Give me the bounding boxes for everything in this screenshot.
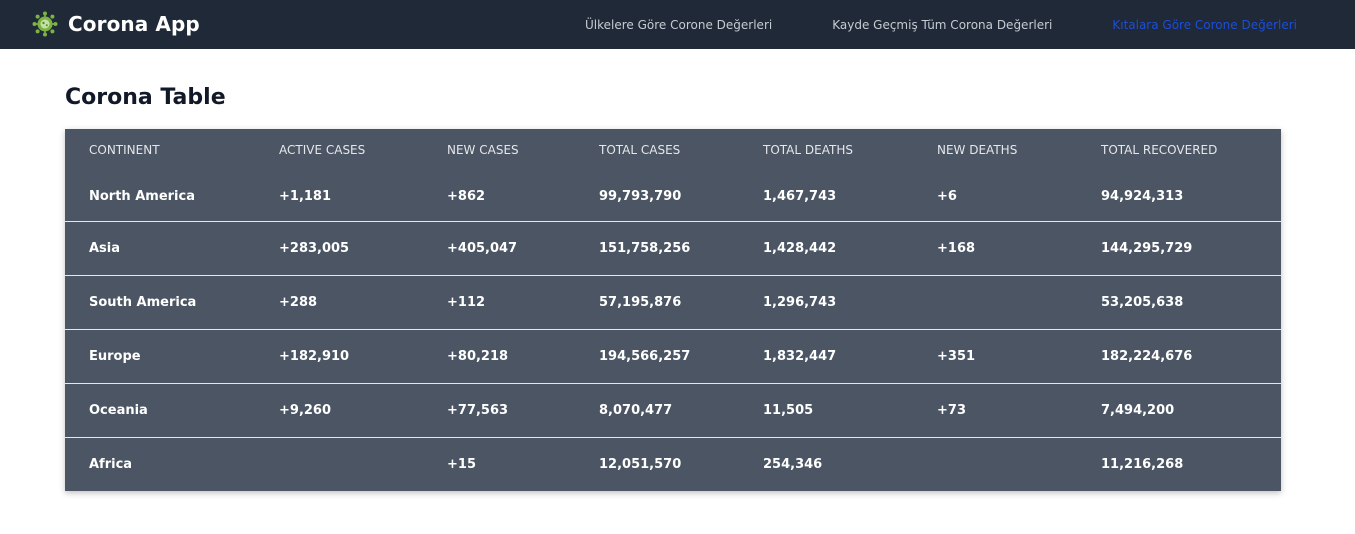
cell-total-deaths: 1,832,447: [763, 349, 837, 364]
table-row: Africa +15 12,051,570 254,346 11,216,268: [65, 437, 1281, 492]
cell-total-recovered: 144,295,729: [1101, 241, 1193, 256]
cell-new-deaths: +73: [937, 403, 966, 418]
corona-table: CONTINENT ACTIVE CASES NEW CASES TOTAL C…: [65, 129, 1281, 491]
table-row: Oceania +9,260 +77,563 8,070,477 11,505 …: [65, 383, 1281, 438]
cell-total-deaths: 254,346: [763, 457, 823, 472]
cell-total-cases: 12,051,570: [599, 457, 682, 472]
cell-total-deaths: 1,296,743: [763, 295, 837, 310]
cell-total-recovered: 11,216,268: [1101, 457, 1184, 472]
cell-continent: Europe: [89, 349, 141, 364]
cell-total-recovered: 182,224,676: [1101, 349, 1193, 364]
cell-active-cases: +182,910: [279, 349, 350, 364]
column-header-new-deaths: NEW DEATHS: [937, 143, 1018, 157]
cell-total-recovered: 53,205,638: [1101, 295, 1184, 310]
cell-active-cases: +288: [279, 295, 318, 310]
page-title: Corona Table: [65, 85, 226, 110]
cell-new-deaths: +168: [937, 241, 976, 256]
cell-total-cases: 57,195,876: [599, 295, 682, 310]
cell-total-cases: 99,793,790: [599, 188, 682, 204]
nav-link-countries[interactable]: Ülkelere Göre Corone Değerleri: [585, 18, 772, 32]
cell-new-cases: +80,218: [447, 349, 509, 364]
cell-new-deaths: +6: [937, 188, 957, 204]
table-row: North America +1,181 +862 99,793,790 1,4…: [65, 171, 1281, 222]
cell-new-cases: +77,563: [447, 403, 509, 418]
app-title: Corona App: [68, 12, 200, 36]
nav-link-all-records[interactable]: Kayde Geçmiş Tüm Corona Değerleri: [832, 18, 1052, 32]
cell-active-cases: +9,260: [279, 403, 332, 418]
column-header-total-cases: TOTAL CASES: [599, 143, 681, 157]
brand[interactable]: Corona App: [32, 10, 200, 38]
cell-total-deaths: 1,428,442: [763, 241, 837, 256]
column-header-continent: CONTINENT: [89, 143, 160, 157]
nav-link-continents[interactable]: Kıtalara Göre Corone Değerleri: [1112, 18, 1297, 32]
cell-new-deaths: [913, 276, 1077, 330]
table-row: Asia +283,005 +405,047 151,758,256 1,428…: [65, 221, 1281, 276]
table-row: South America +288 +112 57,195,876 1,296…: [65, 275, 1281, 330]
corona-table-container: CONTINENT ACTIVE CASES NEW CASES TOTAL C…: [65, 129, 1281, 491]
cell-total-deaths: 11,505: [763, 403, 814, 418]
cell-continent: Oceania: [89, 403, 148, 418]
cell-total-cases: 194,566,257: [599, 349, 691, 364]
cell-continent: North America: [89, 188, 195, 204]
cell-total-deaths: 1,467,743: [763, 188, 837, 204]
cell-new-cases: +15: [447, 457, 476, 472]
table-row: Europe +182,910 +80,218 194,566,257 1,83…: [65, 329, 1281, 384]
nav-links: Ülkelere Göre Corone Değerleri Kayde Geç…: [525, 0, 1297, 49]
cell-new-cases: +405,047: [447, 241, 518, 256]
cell-active-cases: +283,005: [279, 241, 350, 256]
cell-total-cases: 8,070,477: [599, 403, 673, 418]
table-header-row: CONTINENT ACTIVE CASES NEW CASES TOTAL C…: [65, 129, 1281, 171]
cell-new-cases: +112: [447, 295, 486, 310]
cell-continent: South America: [89, 295, 197, 310]
cell-new-deaths: [913, 438, 1077, 492]
cell-continent: Asia: [89, 241, 121, 256]
cell-active-cases: [255, 438, 423, 492]
cell-new-deaths: +351: [937, 349, 976, 364]
column-header-total-deaths: TOTAL DEATHS: [763, 143, 853, 157]
navbar: Corona App Ülkelere Göre Corone Değerler…: [0, 0, 1355, 49]
cell-continent: Africa: [89, 457, 133, 472]
cell-new-cases: +862: [447, 188, 486, 204]
column-header-new-cases: NEW CASES: [447, 143, 519, 157]
virus-icon: [32, 11, 58, 37]
column-header-total-recovered: TOTAL RECOVERED: [1101, 143, 1218, 157]
cell-total-recovered: 94,924,313: [1101, 188, 1184, 204]
cell-active-cases: +1,181: [279, 188, 332, 204]
cell-total-recovered: 7,494,200: [1101, 403, 1175, 418]
cell-total-cases: 151,758,256: [599, 241, 691, 256]
column-header-active-cases: ACTIVE CASES: [279, 143, 366, 157]
